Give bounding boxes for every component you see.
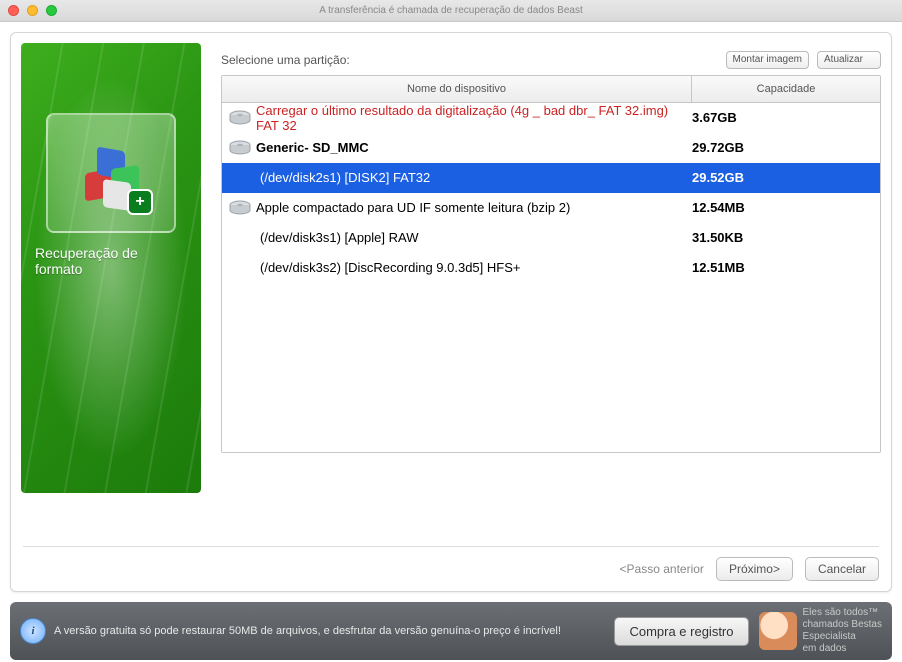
table-row[interactable]: Apple compactado para UD IF somente leit… [222,193,880,223]
partition-prompt: Selecione uma partição: [221,53,350,67]
col-capacity: Capacidade [692,76,880,102]
close-icon[interactable] [8,5,19,16]
wizard-nav: <Passo anterior Próximo> Cancelar [11,557,891,591]
divider [23,546,879,547]
device-name-text: Carregar o último resultado da digitaliz… [256,103,692,133]
cell-capacity: 12.54MB [692,200,880,215]
col-device-name: Nome do dispositivo [222,76,692,102]
device-name-text: (/dev/disk3s2) [DiscRecording 9.0.3d5] H… [260,260,520,275]
traffic-lights [8,5,57,16]
refresh-button[interactable]: Atualizar [817,51,881,69]
buy-register-button[interactable]: Compra e registro [614,617,748,646]
slogan-line: em dados [803,643,883,655]
window-chrome: A transferência é chamada de recuperação… [0,0,902,22]
table-row[interactable]: (/dev/disk3s1) [Apple] RAW 31.50KB [222,223,880,253]
cell-device-name: Generic- SD_MMC [222,139,692,157]
prev-step-link[interactable]: <Passo anterior [620,562,704,576]
device-name-text: Apple compactado para UD IF somente leit… [256,200,570,215]
main-panel: + Recuperação de formato Selecione uma p… [10,32,892,592]
partition-table: Nome do dispositivo Capacidade Carregar … [221,75,881,453]
slogan-line: chamados Bestas [803,619,883,631]
device-name-text: (/dev/disk2s1) [DISK2] FAT32 [260,170,430,185]
brand-slogan: Eles são todos™ chamados Bestas Especial… [803,607,883,655]
device-name-text: Generic- SD_MMC [256,140,369,155]
cell-device-name: (/dev/disk3s2) [DiscRecording 9.0.3d5] H… [222,260,692,275]
next-button[interactable]: Próximo> [716,557,793,581]
cell-device-name: Apple compactado para UD IF somente leit… [222,199,692,217]
info-icon: i [20,618,46,644]
footer-bar: i A versão gratuita só pode restaurar 50… [10,602,892,660]
table-row[interactable]: (/dev/disk2s1) [DISK2] FAT32 29.52GB [222,163,880,193]
table-row[interactable]: Carregar o último resultado da digitaliz… [222,103,880,133]
mode-label: Recuperação de formato [35,245,187,277]
disk-icon [228,109,252,127]
table-header: Nome do dispositivo Capacidade [222,76,880,103]
slogan-line: Eles são todos™ [803,607,883,619]
sidebar: + Recuperação de formato [21,43,201,493]
cell-capacity: 12.51MB [692,260,880,275]
cell-capacity: 3.67GB [692,110,880,125]
slogan-line: Especialista [803,631,883,643]
minimize-icon[interactable] [27,5,38,16]
table-row[interactable]: (/dev/disk3s2) [DiscRecording 9.0.3d5] H… [222,253,880,283]
disk-icon [228,199,252,217]
mount-image-button[interactable]: Montar imagem [726,51,809,69]
cell-device-name: (/dev/disk3s1) [Apple] RAW [222,230,692,245]
cell-capacity: 31.50KB [692,230,880,245]
format-recovery-icon: + [75,137,147,209]
table-body: Carregar o último resultado da digitaliz… [222,103,880,452]
trial-message: A versão gratuita só pode restaurar 50MB… [54,624,614,638]
table-row[interactable]: Generic- SD_MMC 29.72GB [222,133,880,163]
disk-icon [228,139,252,157]
window-title: A transferência é chamada de recuperação… [0,5,902,16]
cell-capacity: 29.72GB [692,140,880,155]
cell-device-name: (/dev/disk2s1) [DISK2] FAT32 [222,170,692,185]
zoom-icon[interactable] [46,5,57,16]
beast-avatar-icon [759,612,797,650]
cancel-button[interactable]: Cancelar [805,557,879,581]
content: Selecione uma partição: Montar imagem At… [221,43,881,524]
device-name-text: (/dev/disk3s1) [Apple] RAW [260,230,418,245]
cell-device-name: Carregar o último resultado da digitaliz… [222,103,692,133]
cell-capacity: 29.52GB [692,170,880,185]
mode-icon-box: + [46,113,176,233]
brand-box: Eles são todos™ chamados Bestas Especial… [759,607,883,655]
